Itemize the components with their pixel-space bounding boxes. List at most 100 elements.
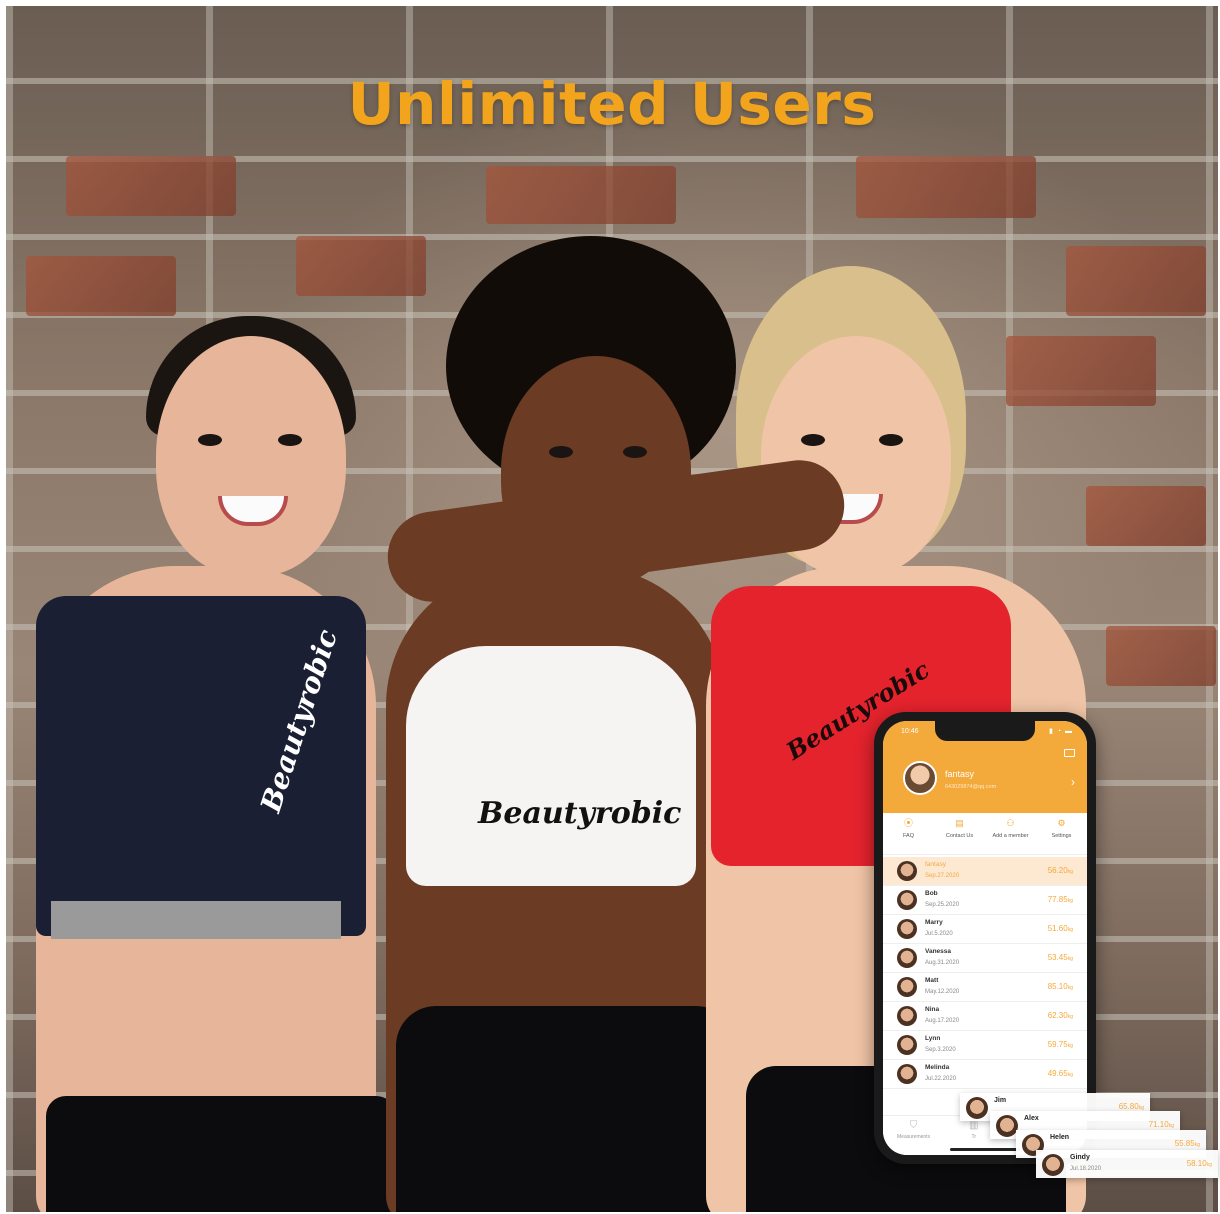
person-left-leggings — [46, 1096, 396, 1212]
avatar — [897, 890, 917, 910]
weight-unit: kg — [1067, 956, 1073, 962]
menu-item-settings[interactable]: ⚙ Settings — [1038, 817, 1086, 854]
weight-unit: kg — [1194, 1142, 1200, 1148]
user-name: Jim — [994, 1097, 1007, 1104]
user-date: Sep.3.2020 — [925, 1047, 956, 1053]
user-weight: 58.10kg — [1187, 1159, 1212, 1168]
smile — [218, 496, 288, 526]
user-date: Aug.17.2020 — [925, 1018, 960, 1024]
status-time: 10:46 — [901, 728, 919, 735]
weight-unit: kg — [1168, 1123, 1174, 1129]
avatar — [897, 861, 917, 881]
user-weight: 56.20kg — [1048, 866, 1073, 875]
signal-wifi-battery-icon: ▮ ◔ ▬ — [1049, 728, 1073, 735]
avatar[interactable] — [903, 761, 937, 795]
brick — [1066, 246, 1206, 316]
weight-value: 62.30 — [1047, 1011, 1068, 1020]
user-date: Sep.25.2020 — [925, 902, 960, 908]
brick — [1106, 626, 1216, 686]
list-item[interactable]: Melinda Jul.22.2020 49.65kg — [883, 1060, 1087, 1089]
sports-bra-band — [51, 901, 341, 939]
user-name: Helen — [1050, 1134, 1070, 1141]
user-weight: 71.10kg — [1149, 1120, 1174, 1129]
home-indicator — [950, 1148, 1020, 1151]
page-title: Unlimited Users — [347, 70, 877, 138]
user-weight: 49.65kg — [1048, 1069, 1073, 1078]
menu-item-contact-us[interactable]: ▤ Contact Us — [936, 817, 984, 854]
tab-measurements[interactable]: ⛉ Measurements — [897, 1120, 930, 1140]
document-icon: ▤ — [955, 818, 964, 828]
user-name: Marry — [925, 919, 943, 926]
user-name: fantasy — [925, 861, 946, 868]
list-item[interactable]: Marry Jul.5.2020 51.60kg — [883, 915, 1087, 944]
user-name: Gindy — [1070, 1154, 1090, 1161]
avatar — [1042, 1154, 1064, 1176]
eye — [879, 434, 903, 446]
weight-unit: kg — [1206, 1162, 1212, 1168]
user-weight: 55.85kg — [1175, 1139, 1200, 1148]
avatar — [897, 1006, 917, 1026]
chevron-right-icon[interactable]: › — [1071, 775, 1075, 789]
weight-unit: kg — [1067, 869, 1073, 875]
person-middle-leggings — [396, 1006, 736, 1212]
brick — [486, 166, 676, 224]
tab-label: Tr — [971, 1134, 976, 1140]
avatar — [996, 1115, 1018, 1137]
user-name: Bob — [925, 890, 938, 897]
user-weight: 59.75kg — [1048, 1040, 1073, 1049]
user-weight: 85.10kg — [1048, 982, 1073, 991]
menu-item-add-member[interactable]: ⚇ Add a member — [987, 817, 1035, 854]
weight-value: 77.85 — [1047, 895, 1068, 904]
brick — [1086, 486, 1206, 546]
list-item[interactable]: Lynn Sep.3.2020 59.75kg — [883, 1031, 1087, 1060]
menu-label: FAQ — [902, 833, 914, 839]
user-weight: 51.60kg — [1048, 924, 1073, 933]
avatar — [897, 977, 917, 997]
phone-screen: 10:46 ▮ ◔ ▬ fantasy 643029874@qq.com › ⦿… — [883, 721, 1087, 1155]
avatar — [897, 1035, 917, 1055]
eye — [549, 446, 573, 458]
user-date: Jul.18.2020 — [1070, 1166, 1102, 1172]
profile-email: 643029874@qq.com — [945, 784, 997, 790]
weight-value: 65.80 — [1118, 1102, 1139, 1111]
user-weight: 53.45kg — [1048, 953, 1073, 962]
user-weight: 62.30kg — [1048, 1011, 1073, 1020]
weight-value: 71.10 — [1148, 1120, 1169, 1129]
avatar — [897, 1064, 917, 1084]
weight-value: 55.85 — [1174, 1139, 1195, 1148]
user-weight: 77.85kg — [1048, 895, 1073, 904]
weight-unit: kg — [1067, 1072, 1073, 1078]
tab-trends[interactable]: ▥ Tr — [969, 1120, 978, 1140]
chart-icon: ▥ — [969, 1120, 979, 1131]
avatar — [966, 1097, 988, 1119]
menu-item-faq[interactable]: ⦿ FAQ — [885, 817, 933, 854]
list-item[interactable]: Matt May.12.2020 85.10kg — [883, 973, 1087, 1002]
location-pin-icon: ⦿ — [903, 818, 913, 828]
eye — [278, 434, 302, 446]
user-date: Jul.5.2020 — [925, 931, 953, 937]
user-name: Nina — [925, 1006, 940, 1013]
phone-notch — [935, 721, 1035, 741]
mail-icon[interactable] — [1064, 749, 1075, 757]
profile-name: fantasy — [945, 769, 975, 779]
menu-label: Contact Us — [945, 833, 974, 839]
shield-icon: ⛉ — [909, 1120, 918, 1131]
popup-user-card[interactable]: Gindy Jul.18.2020 58.10kg — [1036, 1150, 1218, 1178]
user-weight: 65.80kg — [1119, 1102, 1144, 1111]
user-date: Jul.22.2020 — [925, 1076, 957, 1082]
list-item[interactable]: fantasy Sep.27.2020 56.20kg — [883, 857, 1087, 886]
user-date: May.12.2020 — [925, 989, 960, 995]
user-name: Matt — [925, 977, 939, 984]
list-item[interactable]: Vanessa Aug.31.2020 53.45kg — [883, 944, 1087, 973]
tab-label: Measurements — [897, 1134, 931, 1140]
weight-value: 49.65 — [1047, 1069, 1068, 1078]
list-item[interactable]: Nina Aug.17.2020 62.30kg — [883, 1002, 1087, 1031]
menu-label: Settings — [1051, 833, 1072, 839]
eye — [198, 434, 222, 446]
weight-unit: kg — [1067, 1043, 1073, 1049]
person-middle-sports-bra — [406, 646, 696, 886]
user-name: Lynn — [925, 1035, 941, 1042]
user-name: Melinda — [925, 1064, 950, 1071]
list-item[interactable]: Bob Sep.25.2020 77.85kg — [883, 886, 1087, 915]
quick-menu: ⦿ FAQ ▤ Contact Us ⚇ Add a member ⚙ Sett… — [883, 817, 1087, 855]
